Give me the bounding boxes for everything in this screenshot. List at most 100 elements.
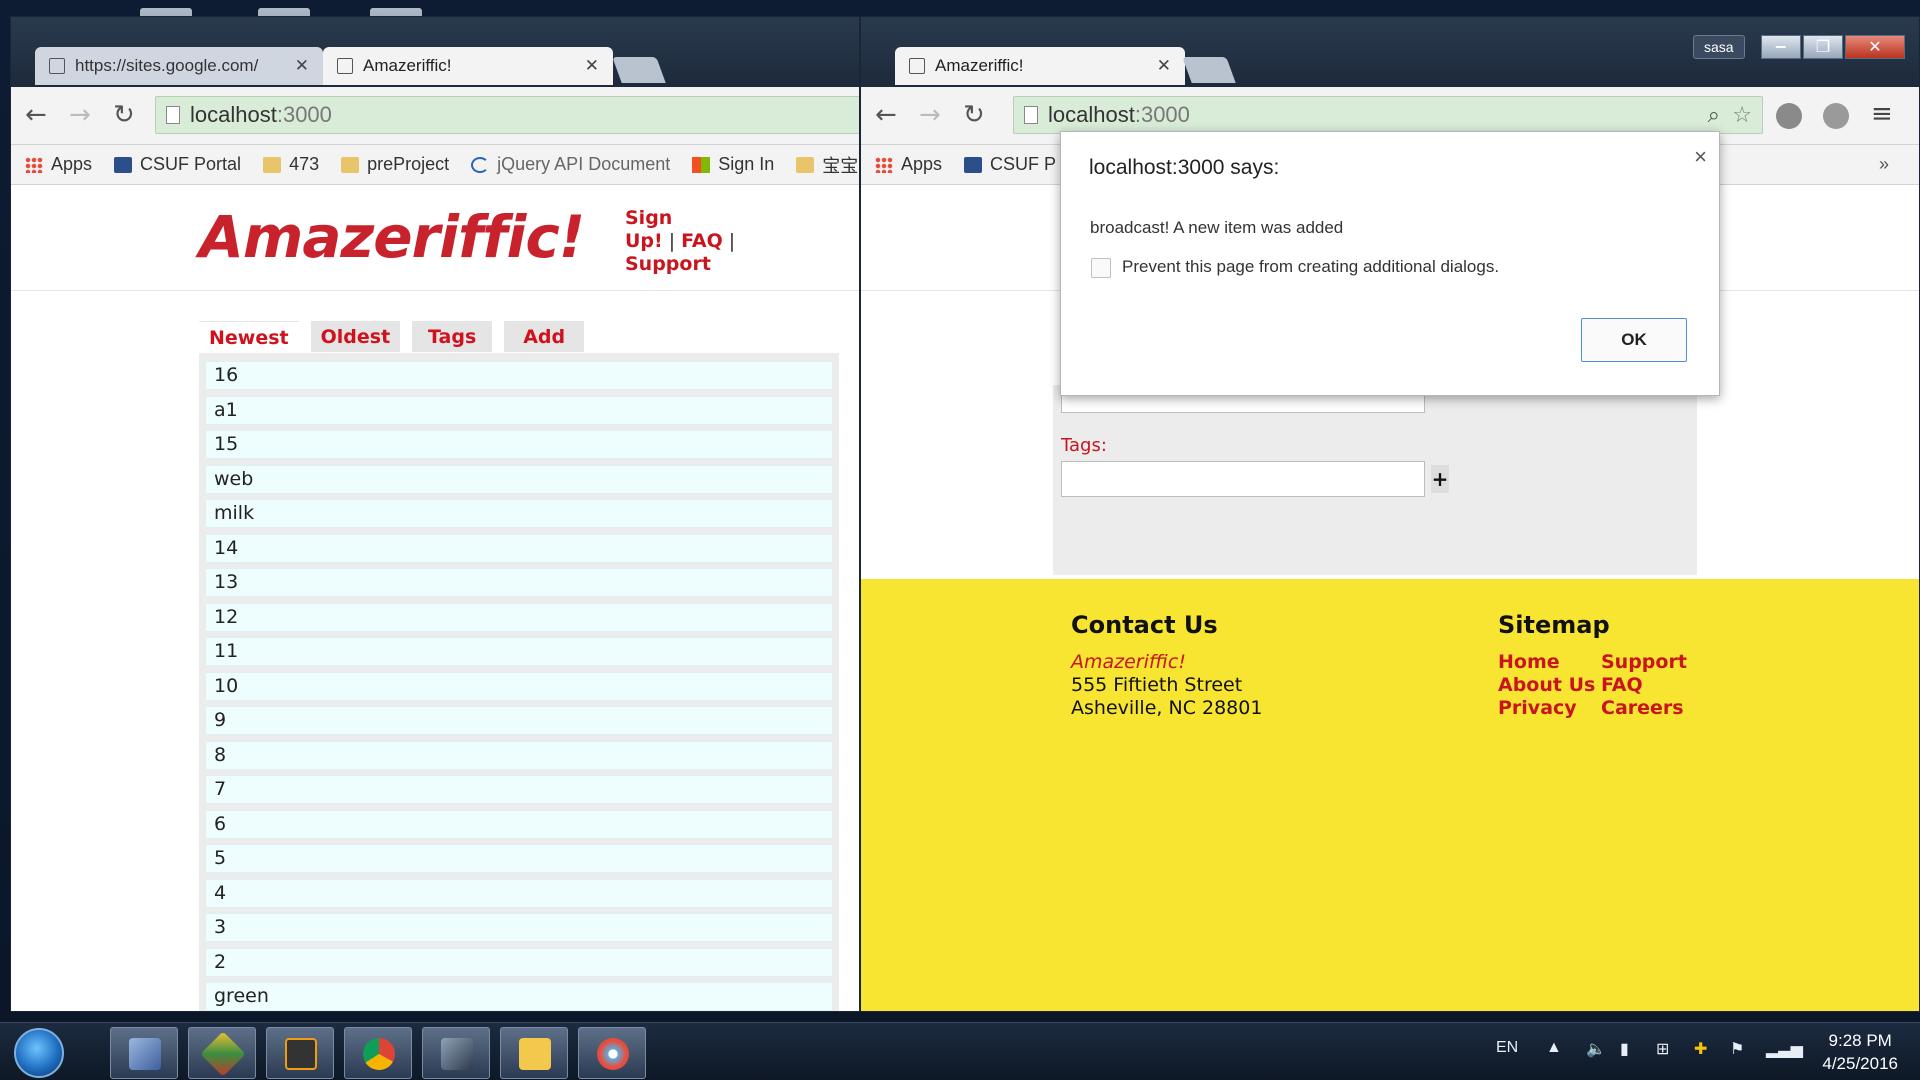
bookmark-label: CSUF P [990, 154, 1057, 174]
footer-link-faq[interactable]: FAQ [1601, 674, 1643, 696]
bookmark-folder-473[interactable]: 473 [263, 154, 319, 175]
maximize-button[interactable]: ❐ [1803, 35, 1843, 59]
back-arrow-icon[interactable]: ← [875, 101, 897, 129]
folder-icon [341, 156, 360, 173]
profile-badge[interactable]: sasa [1693, 35, 1745, 59]
ok-button[interactable]: OK [1581, 318, 1687, 362]
header-nav: Sign Up! | FAQ | Support [625, 207, 785, 276]
tab-oldest[interactable]: Oldest [310, 321, 401, 352]
chrome-icon [363, 1038, 395, 1070]
system-clock[interactable]: 9:28 PM 4/25/2016 [1822, 1029, 1898, 1075]
update-icon[interactable]: ✚ [1694, 1039, 1707, 1059]
tab-newest[interactable]: Newest [199, 321, 299, 352]
tab-strip: https://sites.google.com/ ✕ Amazeriffic!… [11, 17, 859, 87]
bookmark-label: Sign In [718, 154, 775, 174]
bookmark-sign-in[interactable]: Sign In [692, 154, 774, 175]
extension-icon[interactable] [1823, 103, 1849, 129]
url-port: :3000 [276, 102, 332, 127]
tab-amazeriffic[interactable]: Amazeriffic! ✕ [895, 47, 1185, 85]
bookmark-label: 宝宝 [822, 155, 859, 176]
tab-add[interactable]: Add [504, 321, 585, 352]
add-tag-button[interactable]: + [1431, 465, 1449, 493]
forward-arrow-icon[interactable]: → [919, 101, 941, 129]
volume-icon[interactable]: 🔈 [1586, 1039, 1606, 1059]
list-item: 9 [205, 706, 833, 735]
close-window-button[interactable]: ✕ [1845, 35, 1905, 59]
bookmark-csuf-portal[interactable]: CSUF Portal [114, 154, 241, 175]
footer-link-support[interactable]: Support [1601, 651, 1687, 673]
tags-label: Tags: [1061, 435, 1107, 456]
address-bar[interactable]: localhost:3000 ⌕ ☆ [1013, 96, 1763, 134]
tab-amazeriffic[interactable]: Amazeriffic! ✕ [323, 47, 613, 85]
footer-link-careers[interactable]: Careers [1601, 697, 1684, 719]
zoom-icon[interactable]: ⌕ [1708, 103, 1720, 128]
list-item: 8 [205, 740, 833, 770]
support-link[interactable]: Support [625, 253, 711, 275]
bookmark-jquery-api[interactable]: jQuery API Document [471, 154, 670, 175]
new-tab-button[interactable] [612, 57, 666, 83]
power-icon[interactable]: ▮ [1620, 1039, 1629, 1059]
page-icon [337, 58, 353, 74]
taskbar-app-chrome[interactable] [344, 1027, 412, 1079]
bookmark-folder-preproject[interactable]: preProject [341, 154, 449, 175]
prevent-dialogs-checkbox[interactable] [1091, 258, 1111, 278]
windows-icon[interactable]: ⊞ [1656, 1039, 1669, 1059]
tab-strip: Amazeriffic! ✕ sasa − ❐ ✕ [861, 17, 1919, 87]
signup-link[interactable]: Sign Up! [625, 207, 672, 252]
show-hidden-icons[interactable]: ▲ [1546, 1039, 1562, 1057]
bookmark-label: jQuery API Document [497, 154, 671, 174]
taskbar-app-file-explorer[interactable] [500, 1027, 568, 1079]
bookmark-apps[interactable]: Apps [25, 154, 92, 175]
company-name: Amazeriffic! [1071, 651, 1186, 673]
site-logo[interactable]: Amazeriffic! [199, 203, 585, 271]
taskbar-app-sublime[interactable] [266, 1027, 334, 1079]
address-bar[interactable]: localhost:3000 [155, 96, 859, 134]
minimize-button[interactable]: − [1761, 35, 1801, 59]
list-item: 16 [205, 361, 833, 390]
taskbar-app-git[interactable] [188, 1027, 256, 1079]
page-info-icon[interactable] [166, 106, 180, 124]
taskbar-app-network-tool[interactable] [422, 1027, 490, 1079]
reload-icon[interactable]: ↻ [963, 101, 985, 129]
tab-tags[interactable]: Tags [412, 321, 493, 352]
sitemap-heading: Sitemap [1498, 611, 1610, 639]
new-tab-button[interactable] [1182, 57, 1236, 83]
extension-globe-icon[interactable] [1776, 103, 1802, 129]
close-icon[interactable]: ✕ [585, 56, 599, 76]
reload-icon[interactable]: ↻ [113, 101, 135, 129]
list-item: 3 [205, 913, 833, 942]
taskbar-app-virtualbox[interactable] [110, 1027, 178, 1079]
sitemap-col-2: Support FAQ Careers [1601, 651, 1687, 720]
menu-icon[interactable]: ≡ [1871, 99, 1893, 129]
footer-link-about[interactable]: About Us [1498, 674, 1595, 696]
language-indicator[interactable]: EN [1496, 1039, 1518, 1057]
site-footer: Contact Us Amazeriffic! 555 Fiftieth Str… [861, 579, 1919, 1011]
bookmark-folder-other[interactable]: 宝宝 [796, 152, 858, 178]
footer-link-privacy[interactable]: Privacy [1498, 697, 1577, 719]
microsoft-icon [692, 156, 711, 173]
close-icon[interactable]: ✕ [295, 56, 309, 76]
forward-arrow-icon[interactable]: → [69, 101, 91, 129]
bookmarks-overflow-icon[interactable]: » [1879, 154, 1889, 175]
tags-input[interactable] [1061, 461, 1425, 497]
page-icon [909, 58, 925, 74]
close-icon[interactable]: × [1694, 144, 1707, 170]
action-center-flag-icon[interactable]: ⚑ [1730, 1039, 1744, 1059]
close-icon[interactable]: ✕ [1157, 56, 1171, 76]
bookmark-star-icon[interactable]: ☆ [1732, 103, 1752, 128]
tab-sites-google[interactable]: https://sites.google.com/ ✕ [35, 47, 323, 85]
start-button[interactable] [14, 1028, 64, 1078]
bookmark-csuf-portal[interactable]: CSUF P [964, 154, 1056, 175]
bookmark-apps[interactable]: Apps [875, 154, 942, 175]
apps-grid-icon [25, 156, 43, 173]
page-info-icon[interactable] [1024, 106, 1038, 124]
git-icon [200, 1031, 246, 1077]
taskbar-app-paint[interactable] [578, 1027, 646, 1079]
network-signal-icon[interactable]: ▂▃▅ [1766, 1039, 1803, 1059]
back-arrow-icon[interactable]: ← [25, 101, 47, 129]
faq-link[interactable]: FAQ [681, 230, 723, 252]
prevent-dialogs-label[interactable]: Prevent this page from creating addition… [1122, 257, 1499, 277]
tab-title: Amazeriffic! [935, 56, 1024, 75]
tab-title: Amazeriffic! [363, 56, 452, 75]
footer-link-home[interactable]: Home [1498, 651, 1560, 673]
